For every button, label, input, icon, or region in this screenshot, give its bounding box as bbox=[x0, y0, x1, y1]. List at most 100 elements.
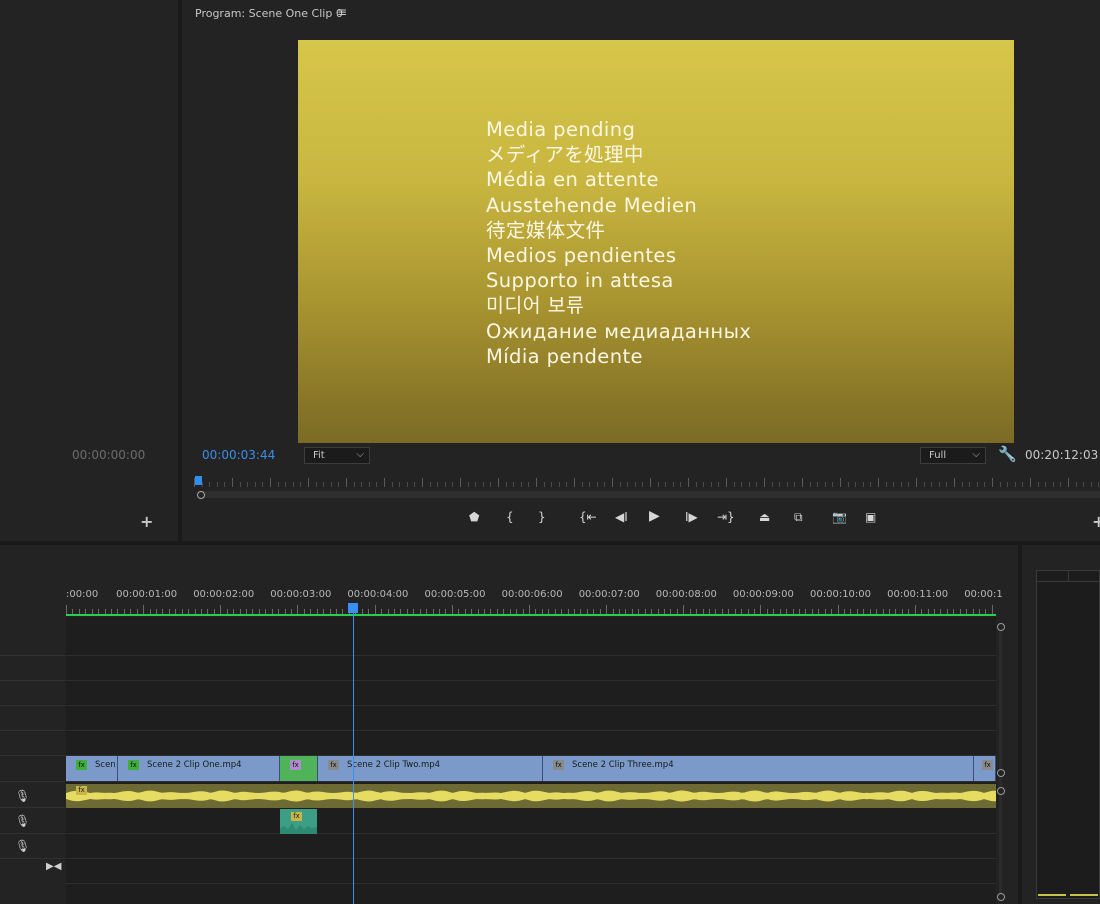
ruler-tick bbox=[683, 605, 685, 614]
ruler-tick bbox=[991, 605, 993, 614]
ruler-tick bbox=[482, 482, 484, 487]
ruler-tick bbox=[399, 482, 401, 487]
program-monitor-title[interactable]: Program: Scene One Clip 0 bbox=[195, 7, 343, 20]
ruler-tick bbox=[300, 482, 302, 487]
ruler-tick bbox=[270, 478, 271, 487]
go-to-in-icon[interactable]: {⇤ bbox=[579, 510, 597, 524]
voiceover-mic-icon[interactable]: 🎙 bbox=[15, 839, 30, 853]
fx-badge: fx bbox=[982, 760, 993, 770]
program-playhead[interactable] bbox=[195, 476, 202, 485]
audio-meter[interactable] bbox=[1036, 570, 1100, 899]
program-time-ruler[interactable] bbox=[194, 476, 1100, 490]
track-divider bbox=[0, 730, 65, 731]
program-video-frame[interactable]: Media pending メディアを処理中 Média en attente … bbox=[298, 40, 1014, 443]
ruler-tick bbox=[984, 482, 986, 487]
timeline-playhead-line[interactable] bbox=[353, 608, 354, 904]
ruler-tick bbox=[832, 482, 834, 487]
ruler-tick bbox=[1052, 482, 1054, 487]
ruler-tick bbox=[1014, 482, 1016, 487]
audio-waveform bbox=[66, 790, 996, 802]
track-divider bbox=[66, 858, 996, 859]
resolution-value: Full bbox=[929, 450, 947, 461]
ruler-label: 00:00:05:00 bbox=[424, 589, 486, 600]
meter-level-left bbox=[1038, 894, 1066, 896]
ruler-tick bbox=[224, 482, 226, 487]
meter-divider bbox=[1068, 571, 1069, 581]
track-divider bbox=[66, 883, 996, 884]
scrollbar-handle[interactable] bbox=[997, 893, 1005, 901]
extract-icon[interactable]: ⧉ bbox=[794, 510, 803, 525]
program-zoom-scrollbar[interactable] bbox=[198, 491, 1100, 498]
video-clip[interactable]: fx Scene 2 Clip One.mp4 bbox=[118, 756, 280, 781]
lift-icon[interactable]: ⏏ bbox=[759, 510, 770, 524]
track-divider bbox=[0, 655, 65, 656]
program-add-button[interactable]: + bbox=[1092, 512, 1100, 531]
add-marker-icon[interactable]: ⬟ bbox=[469, 510, 479, 524]
zoom-scrollbar-handle[interactable] bbox=[197, 491, 205, 499]
scrollbar-handle[interactable] bbox=[997, 623, 1005, 631]
wrench-icon[interactable]: 🔧 bbox=[998, 445, 1017, 463]
ruler-tick bbox=[528, 482, 530, 487]
ruler-tick bbox=[756, 482, 758, 487]
ruler-tick bbox=[498, 478, 499, 487]
ruler-tick bbox=[680, 482, 682, 487]
comparison-view-icon[interactable]: ▣ bbox=[865, 510, 876, 524]
ruler-tick bbox=[297, 605, 299, 614]
ruler-tick bbox=[505, 482, 507, 487]
source-add-button[interactable]: + bbox=[140, 512, 153, 531]
go-to-out-icon[interactable]: ⇥} bbox=[717, 510, 735, 524]
ruler-tick bbox=[642, 482, 644, 487]
ruler-tick bbox=[451, 605, 453, 614]
ruler-tick bbox=[786, 482, 788, 487]
transition-clip[interactable]: fx bbox=[280, 756, 318, 781]
mark-out-icon[interactable]: } bbox=[538, 510, 546, 524]
waveform-path bbox=[66, 790, 996, 802]
fx-badge: fx bbox=[76, 786, 87, 795]
playback-resolution-dropdown[interactable]: Full ⌵ bbox=[920, 447, 986, 464]
audio-clip[interactable]: fx bbox=[66, 784, 996, 808]
fx-badge: fx bbox=[76, 760, 87, 770]
video-clip[interactable]: fx Scene 2 Clip Two.mp4 bbox=[318, 756, 543, 781]
clip-label: Scene 2 Clip Three.mp4 bbox=[572, 760, 674, 770]
ruler-tick bbox=[847, 482, 849, 487]
work-area-bar[interactable] bbox=[66, 614, 996, 616]
ruler-tick bbox=[513, 482, 515, 487]
pending-message: Supporto in attesa bbox=[486, 269, 674, 293]
video-clip[interactable]: fx Scene 2 Clip Three.mp4 bbox=[543, 756, 974, 781]
ruler-tick bbox=[429, 482, 431, 487]
vertical-scrollbar[interactable] bbox=[999, 631, 1002, 901]
timeline-time-ruler[interactable]: :00:00 00:00:01:00 00:00:02:00 00:00:03:00 0… bbox=[66, 577, 1003, 617]
video-clip[interactable]: fx Scen bbox=[66, 756, 118, 781]
playhead-timecode[interactable]: 00:00:03:44 bbox=[202, 448, 275, 462]
timeline-playhead[interactable] bbox=[348, 603, 358, 613]
pending-message: Mídia pendente bbox=[486, 344, 643, 368]
ruler-tick bbox=[840, 478, 841, 487]
ruler-tick bbox=[604, 482, 606, 487]
play-icon[interactable]: ▶ bbox=[649, 508, 660, 524]
ruler-tick bbox=[710, 482, 712, 487]
ruler-tick bbox=[1007, 482, 1009, 487]
video-clip[interactable]: fx bbox=[974, 756, 996, 781]
voiceover-mic-icon[interactable]: 🎙 bbox=[15, 789, 30, 803]
meter-divider bbox=[1037, 581, 1099, 582]
master-track-icon[interactable]: ▶◀ bbox=[46, 861, 61, 872]
scrollbar-handle[interactable] bbox=[997, 769, 1005, 777]
ruler-label: 00:00:09:00 bbox=[732, 589, 794, 600]
panel-menu-icon[interactable]: ≡ bbox=[337, 5, 347, 19]
ruler-tick bbox=[634, 482, 636, 487]
step-forward-icon[interactable]: I▶ bbox=[685, 510, 698, 524]
audio-clip[interactable]: fx bbox=[280, 809, 317, 834]
source-timecode[interactable]: 00:00:00:00 bbox=[72, 448, 145, 462]
ruler-tick bbox=[353, 482, 355, 487]
zoom-level-dropdown[interactable]: Fit ⌵ bbox=[304, 447, 370, 464]
ruler-tick bbox=[452, 482, 454, 487]
mark-in-icon[interactable]: { bbox=[506, 510, 514, 524]
ruler-tick bbox=[1090, 482, 1092, 487]
track-divider bbox=[66, 781, 996, 782]
ruler-tick bbox=[66, 605, 67, 614]
voiceover-mic-icon[interactable]: 🎙 bbox=[15, 814, 30, 828]
export-frame-icon[interactable]: 📷 bbox=[832, 510, 847, 524]
step-back-icon[interactable]: ◀I bbox=[615, 510, 628, 524]
program-monitor-panel: Program: Scene One Clip 0 ≡ Media pendin… bbox=[182, 0, 1100, 541]
scrollbar-handle[interactable] bbox=[997, 787, 1005, 795]
